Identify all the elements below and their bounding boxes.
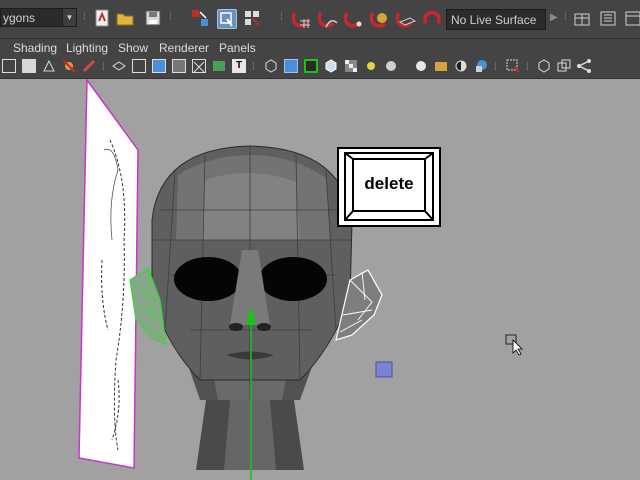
safe-action-icon[interactable] — [212, 59, 226, 73]
viewport-scene — [78, 79, 523, 480]
toolbar-separator: ⁞ — [280, 12, 283, 23]
open-scene-icon[interactable] — [116, 9, 134, 27]
live-surface-field[interactable]: No Live Surface — [446, 9, 546, 30]
select-camera-icon[interactable] — [2, 59, 16, 73]
screen-space-ao-icon[interactable] — [384, 59, 398, 73]
toolbar-separator: ⁞ — [526, 62, 529, 73]
film-gate-icon[interactable] — [132, 59, 146, 73]
textured-icon[interactable] — [324, 59, 338, 73]
shadows-icon[interactable] — [364, 59, 378, 73]
expand-arrow[interactable]: ▶ — [550, 9, 558, 27]
wireframe-on-shaded-icon[interactable] — [304, 59, 318, 73]
menu-show[interactable]: Show — [118, 39, 148, 57]
image-plane-icon[interactable] — [62, 59, 76, 73]
panel-menu-bar: Shading Lighting Show Renderer Panels — [0, 39, 640, 57]
move-cursor-icon — [505, 334, 523, 356]
toolbar-separator: ⁞ — [564, 12, 567, 23]
toolbar-separator: ⁞ — [102, 62, 105, 73]
select-tool-icon[interactable] — [191, 9, 209, 27]
snap-curve-icon[interactable] — [317, 9, 338, 28]
toolbar-separator: ⁞ — [494, 62, 497, 73]
toolbar-separator: ⁞ — [169, 12, 172, 23]
component-handle[interactable] — [375, 361, 393, 378]
xray-icon[interactable] — [506, 59, 520, 73]
motion-blur-icon[interactable] — [414, 59, 428, 73]
resolution-gate-icon[interactable] — [152, 59, 166, 73]
status-toolbar: ygons ▼ ⁞ ⁞ ⁞ No Live Surface ▶ ⁞ — [0, 0, 640, 39]
delete-key-overlay: delete — [337, 147, 441, 227]
menu-set-value: ygons — [3, 11, 36, 25]
gate-mask-icon[interactable] — [172, 59, 186, 73]
bookmark-icon[interactable] — [42, 59, 56, 73]
grid-toggle-icon[interactable] — [112, 59, 126, 73]
snap-plane-icon[interactable] — [369, 9, 388, 28]
snap-point-icon[interactable] — [343, 9, 362, 28]
paint-select-icon[interactable] — [243, 9, 261, 27]
save-scene-icon[interactable] — [144, 9, 162, 27]
toolbar-separator: ⁞ — [252, 62, 255, 73]
panel-layout-icon[interactable] — [573, 9, 591, 27]
2d-pan-icon[interactable] — [82, 59, 96, 73]
toolbar-separator: ⁞ — [83, 12, 86, 23]
delete-key-label: delete — [364, 174, 414, 193]
tool-settings-icon[interactable] — [624, 9, 640, 27]
new-scene-icon[interactable] — [93, 9, 111, 27]
reference-image-plane[interactable] — [78, 79, 139, 469]
head-mesh[interactable] — [151, 145, 353, 470]
perspective-viewport[interactable]: delete — [0, 79, 640, 480]
xray-joints-icon[interactable] — [537, 59, 551, 73]
hud-toggle-icon[interactable] — [577, 59, 591, 73]
camera-attributes-icon[interactable] — [22, 59, 36, 73]
menu-panels[interactable]: Panels — [219, 39, 256, 57]
use-all-lights-icon[interactable] — [344, 59, 358, 73]
multisample-icon[interactable] — [434, 59, 448, 73]
lasso-icon[interactable] — [217, 9, 237, 29]
menu-renderer[interactable]: Renderer — [159, 39, 209, 57]
menu-shading[interactable]: Shading — [13, 39, 57, 57]
isolate-select-icon[interactable] — [474, 59, 488, 73]
wireframe-icon[interactable] — [264, 59, 278, 73]
depth-of-field-icon[interactable] — [454, 59, 468, 73]
menu-set-dropdown[interactable]: ygons ▼ — [0, 8, 77, 27]
snap-surface-icon[interactable] — [395, 9, 417, 28]
xray-active-icon[interactable] — [557, 59, 571, 73]
menu-lighting[interactable]: Lighting — [66, 39, 108, 57]
make-live-icon[interactable] — [422, 9, 441, 27]
field-chart-icon[interactable] — [192, 59, 206, 73]
snap-grid-icon[interactable] — [291, 9, 310, 28]
safe-title-icon[interactable]: T — [232, 59, 246, 73]
chevron-down-icon[interactable]: ▼ — [62, 9, 76, 26]
attribute-editor-icon[interactable] — [599, 9, 617, 27]
smooth-shade-icon[interactable] — [284, 59, 298, 73]
